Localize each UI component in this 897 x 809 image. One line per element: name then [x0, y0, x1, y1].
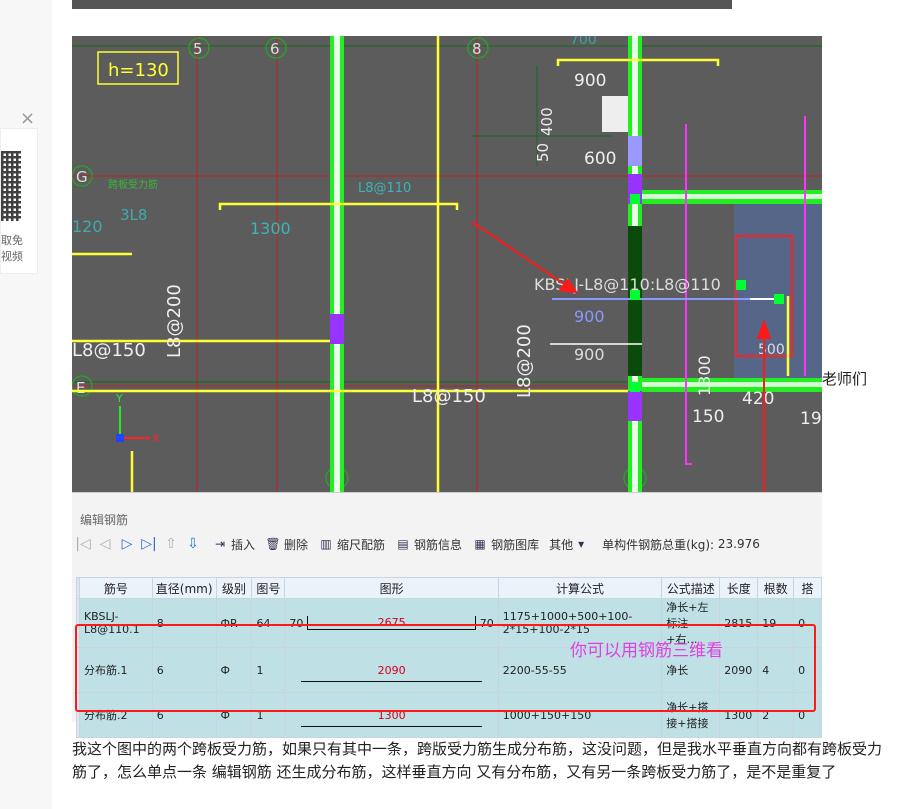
info-list-icon: ▤ [397, 537, 409, 551]
close-icon[interactable]: × [20, 108, 35, 129]
trash-icon: 🗑 [265, 537, 281, 551]
qr-caption: 取免 视频 [1, 233, 23, 265]
grid-label-5: 5 [193, 40, 203, 58]
dim-label-1300-right: 1300 [695, 355, 714, 396]
rebar-label-l8-200-left: L8@200 [164, 284, 185, 358]
side-comment: 老师们 [822, 370, 868, 388]
page: × 取免 视频 5 6 8 G E h=130 L8@110 1300 120 … [0, 0, 897, 809]
insert-label: 插入 [231, 537, 256, 552]
dim-label-400: 400 [538, 107, 556, 136]
grid-label-G: G [76, 168, 88, 186]
first-record-icon[interactable]: |◁ [72, 536, 94, 552]
rebar-library-button[interactable]: ▦ 钢筋图库 [470, 533, 541, 555]
qr-code-icon [1, 151, 21, 221]
axis-x-label: X [152, 432, 160, 445]
dim-label-420: 420 [742, 389, 774, 409]
side-panel: × 取免 视频 [0, 0, 52, 809]
question-paragraph: 我这个图中的两个跨板受力筋，如果只有其中一条，跨版受力筋生成分布筋，这没问题，但… [72, 740, 883, 781]
dim-label-150: 150 [692, 407, 724, 427]
rebar-label-l8-200-mid: L8@200 [514, 324, 535, 398]
dim-label-600: 600 [584, 149, 616, 169]
total-weight-value: 23.976 [717, 537, 760, 551]
col-header-diameter[interactable]: 直径(mm) [151, 577, 217, 599]
dim-label-500: 500 [758, 342, 785, 358]
rebar-label-l8-150-mid: L8@150 [412, 386, 486, 407]
grid-label-8: 8 [472, 40, 482, 58]
qr-caption-line2: 视频 [1, 250, 23, 263]
next-record-icon[interactable]: ▷ [116, 536, 138, 552]
rebar-label-top: L8@110 [358, 181, 411, 196]
faint-annotation: 跨板受力筋 [108, 178, 158, 191]
scale-rebar-button[interactable]: ▥ 缩尺配筋 [316, 533, 387, 555]
cad-canvas: 5 6 8 G E h=130 L8@110 1300 120 3L8 跨板受力… [72, 36, 822, 492]
slab-thickness-label: h=130 [108, 60, 169, 81]
selected-rebar [552, 298, 778, 300]
rebar-library-label: 钢筋图库 [491, 537, 540, 552]
toolbar: |◁ ◁ ▷ ▷| ⇧ ⇩ ⇥ 插入 🗑 删除 ▥ 缩尺配筋 ▤ 钢筋信息 ▦ 钢筋图库 … [72, 531, 822, 557]
ucs-axis-icon [116, 406, 150, 442]
scale-rebar-label: 缩尺配筋 [337, 537, 386, 552]
insert-icon: ⇥ [214, 537, 226, 551]
last-record-icon[interactable]: ▷| [138, 536, 160, 552]
delete-button[interactable]: 🗑 删除 [263, 533, 310, 555]
annotation-3d-tip: 你可以用钢筋三维看 [570, 641, 723, 661]
col-header-name[interactable]: 筋号 [78, 577, 153, 599]
rebar-info-button[interactable]: ▤ 钢筋信息 [393, 533, 464, 555]
dim-label-top-cut: 700 [570, 36, 597, 48]
rebar-lines [72, 36, 790, 492]
move-down-icon[interactable]: ⇩ [182, 536, 204, 552]
col-header-grade[interactable]: 级别 [215, 577, 253, 599]
cad-drawing[interactable]: 5 6 8 G E h=130 L8@110 1300 120 3L8 跨板受力… [72, 36, 822, 492]
bars-icon: ▥ [320, 537, 332, 551]
total-weight-label: 单构件钢筋总重(kg): [602, 537, 715, 552]
rebar-info-label: 钢筋信息 [414, 537, 463, 552]
col-header-desc[interactable]: 公式描述 [661, 577, 721, 599]
total-weight: 单构件钢筋总重(kg): 23.976 [600, 533, 762, 555]
axis-bubbles [72, 37, 647, 490]
caret-down-icon: ▾ [578, 537, 585, 551]
prev-record-icon[interactable]: ◁ [94, 536, 116, 552]
axis-y-label: Y [115, 392, 123, 405]
qr-caption-line1: 取免 [1, 234, 23, 247]
delete-label: 删除 [284, 537, 309, 552]
grid-label-6: 6 [270, 40, 280, 58]
col-header-count[interactable]: 根数 [757, 577, 795, 599]
rebar-endpoint [750, 298, 778, 300]
dim-label-900-white: 900 [574, 345, 605, 364]
qr-card[interactable]: 取免 视频 [0, 128, 38, 274]
dim-label-120: 120 [72, 217, 103, 236]
stair-symbol [602, 96, 628, 132]
other-label: 其他 [549, 537, 574, 552]
cad-drawing-top-strip [72, 0, 732, 9]
col-header-fig-no[interactable]: 图号 [251, 577, 286, 599]
dim-label-900-blue: 900 [574, 307, 605, 326]
panel-title: 编辑钢筋 [80, 513, 129, 527]
move-up-icon[interactable]: ⇧ [160, 536, 182, 552]
dim-label-50: 50 [534, 143, 552, 162]
dim-label-190: 190 [800, 409, 822, 429]
grid-label-E: E [76, 379, 85, 397]
col-header-formula[interactable]: 计算公式 [497, 577, 663, 599]
table-header: 筋号 直径(mm) 级别 图号 图形 计算公式 公式描述 长度 根数 搭 [76, 577, 822, 599]
shape-line [301, 726, 482, 727]
col-header-shape[interactable]: 图形 [284, 577, 499, 599]
col-header-lap[interactable]: 搭 [793, 577, 822, 599]
other-dropdown[interactable]: 其他 ▾ [547, 533, 594, 555]
library-icon: ▦ [474, 537, 486, 551]
insert-button[interactable]: ⇥ 插入 [210, 533, 257, 555]
dim-label-3l8: 3L8 [120, 206, 147, 224]
rebar-label-l8-150-left: L8@150 [72, 340, 146, 361]
dim-label-1300-left: 1300 [250, 219, 291, 238]
col-header-length[interactable]: 长度 [719, 577, 759, 599]
dim-label-900-top: 900 [574, 71, 606, 91]
